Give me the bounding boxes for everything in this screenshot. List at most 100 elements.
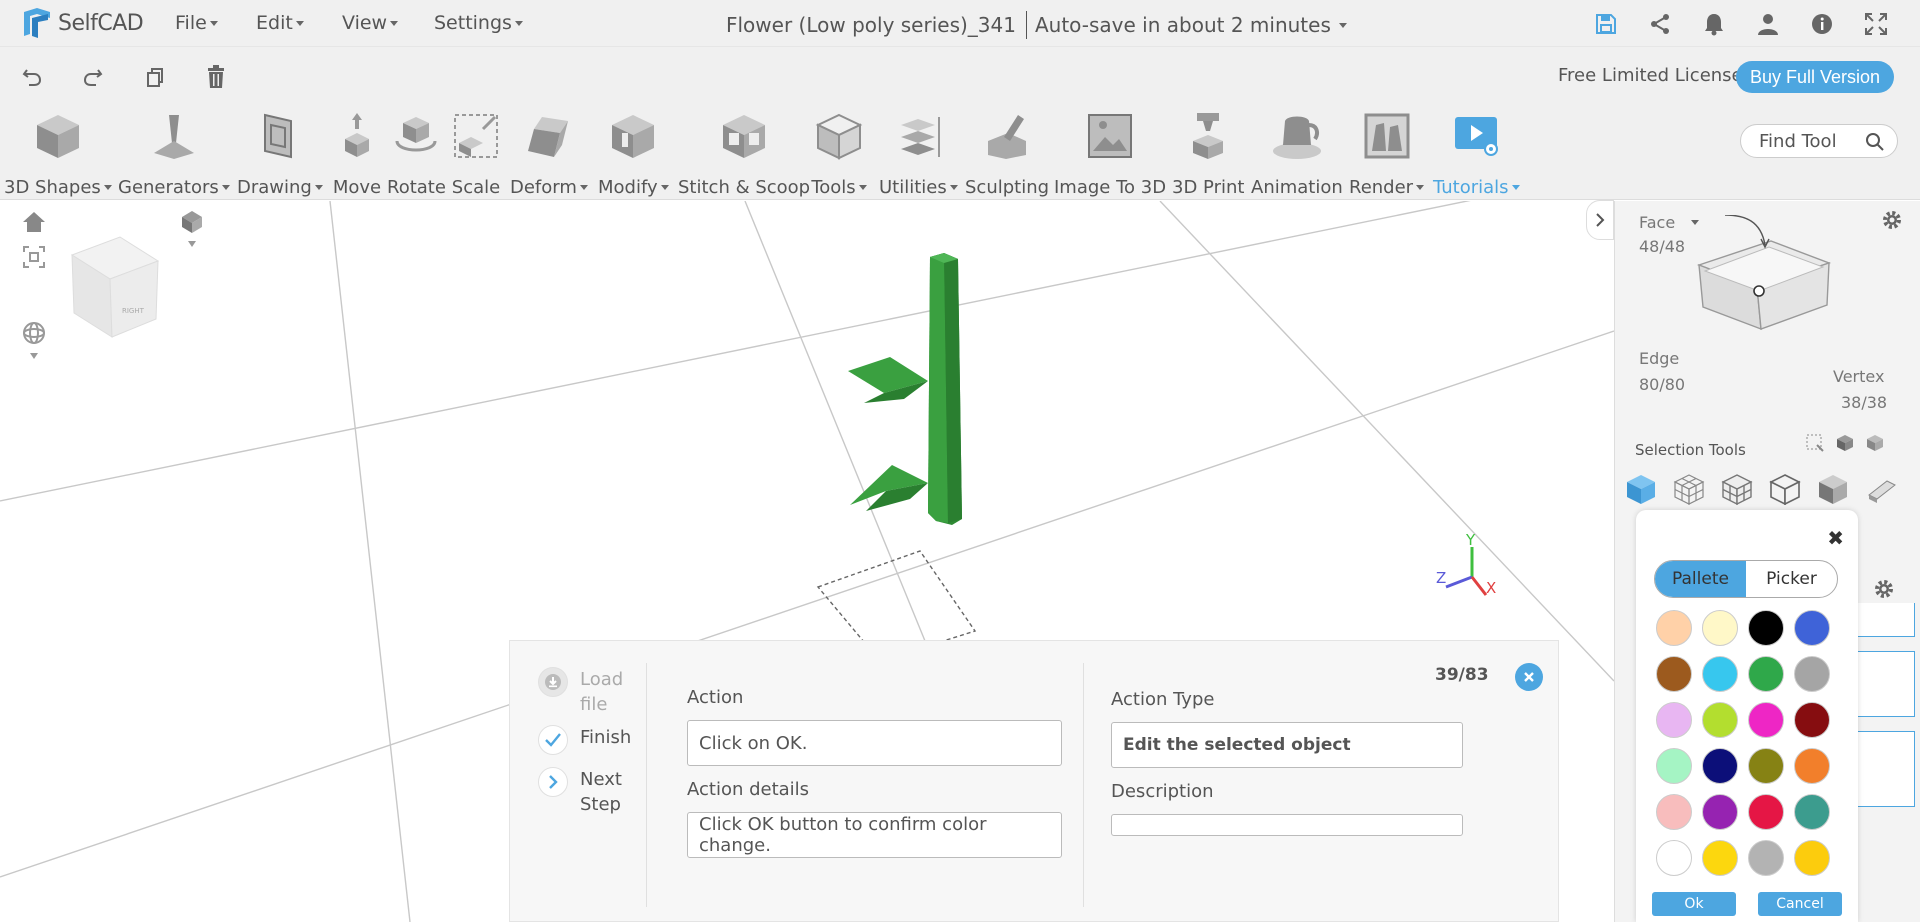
select-grid-icon[interactable]: [1671, 471, 1707, 507]
collapse-panel-button[interactable]: [1586, 200, 1614, 240]
home-icon[interactable]: [22, 211, 46, 237]
flower-stem-model[interactable]: [840, 251, 980, 571]
selfcad-logo[interactable]: SelfCAD: [20, 6, 144, 40]
save-icon[interactable]: [1588, 10, 1624, 38]
undo-icon[interactable]: [18, 63, 46, 91]
deform-icon: [521, 108, 577, 163]
tool-stitch-scoop[interactable]: Stitch & Scoop: [678, 108, 810, 198]
document-title[interactable]: Flower (Low poly series)_341: [726, 13, 1016, 37]
camera-projection-icon[interactable]: [178, 209, 206, 253]
color-swatch[interactable]: [1656, 748, 1692, 784]
color-swatch[interactable]: [1748, 702, 1784, 738]
color-swatch[interactable]: [1656, 840, 1692, 876]
color-swatch[interactable]: [1702, 610, 1738, 646]
close-tutorial-button[interactable]: [1515, 663, 1543, 691]
cancel-button[interactable]: Cancel: [1758, 892, 1842, 916]
user-icon[interactable]: [1750, 10, 1786, 38]
tool-sculpting[interactable]: Sculpting: [965, 108, 1049, 198]
color-swatch[interactable]: [1794, 702, 1830, 738]
tool-3d-shapes[interactable]: 3D Shapes: [4, 108, 112, 198]
select-object-icon[interactable]: [1623, 471, 1659, 507]
gear-icon[interactable]: [1881, 209, 1903, 235]
vertex-label: Vertex: [1833, 367, 1885, 386]
color-swatch[interactable]: [1794, 656, 1830, 692]
menu-file-label: File: [175, 12, 207, 34]
color-swatch[interactable]: [1656, 656, 1692, 692]
color-swatch[interactable]: [1794, 748, 1830, 784]
redo-icon[interactable]: [79, 63, 107, 91]
tool-animation[interactable]: Animation: [1251, 108, 1343, 198]
step-next[interactable]: Next Step: [538, 767, 622, 817]
tool-move[interactable]: Move: [329, 108, 385, 198]
delete-icon[interactable]: [202, 63, 230, 91]
tool-deform[interactable]: Deform: [510, 108, 588, 198]
selection-box-diagram[interactable]: [1675, 215, 1875, 355]
tool-rotate[interactable]: Rotate: [387, 108, 446, 198]
tool-utilities[interactable]: Utilities: [879, 108, 958, 198]
fit-view-icon[interactable]: [22, 245, 46, 273]
tool-render[interactable]: Render: [1349, 108, 1425, 198]
menu-view[interactable]: View: [342, 12, 399, 34]
color-swatch[interactable]: [1656, 794, 1692, 830]
color-swatch[interactable]: [1656, 610, 1692, 646]
fullscreen-icon[interactable]: [1858, 10, 1894, 38]
tab-picker[interactable]: Picker: [1746, 561, 1837, 597]
move-icon: [329, 108, 385, 163]
color-swatch[interactable]: [1702, 794, 1738, 830]
color-swatch[interactable]: [1794, 610, 1830, 646]
selection-filter-icons: [1805, 433, 1885, 453]
copy-icon[interactable]: [141, 63, 169, 91]
color-swatch[interactable]: [1702, 840, 1738, 876]
view-cube[interactable]: RIGHT: [60, 231, 170, 341]
ok-button[interactable]: Ok: [1652, 892, 1736, 916]
color-swatch[interactable]: [1794, 840, 1830, 876]
search-icon[interactable]: [1865, 132, 1885, 156]
step-load-file[interactable]: Load file: [538, 667, 623, 717]
tool-drawing[interactable]: Drawing: [237, 108, 323, 198]
select-edge-icon[interactable]: [1767, 471, 1803, 507]
gear-icon[interactable]: [1873, 578, 1895, 604]
color-swatch[interactable]: [1748, 794, 1784, 830]
tool-tutorials[interactable]: Tutorials: [1433, 108, 1520, 198]
tool-modify[interactable]: Modify: [598, 108, 669, 198]
select-mesh-icon[interactable]: [1719, 471, 1755, 507]
info-icon[interactable]: [1804, 10, 1840, 38]
tool-image-to-3d[interactable]: Image To 3D: [1054, 108, 1166, 198]
color-swatch[interactable]: [1748, 610, 1784, 646]
menu-settings[interactable]: Settings: [434, 12, 523, 34]
selfcad-logo-icon: [24, 8, 50, 38]
rect-select-icon[interactable]: [1805, 433, 1825, 453]
tool-3d-print[interactable]: 3D Print: [1172, 108, 1244, 198]
color-swatch[interactable]: [1702, 702, 1738, 738]
color-swatch[interactable]: [1702, 656, 1738, 692]
select-half-icon[interactable]: [1815, 471, 1851, 507]
find-tool-search[interactable]: [1740, 124, 1898, 158]
bell-icon[interactable]: [1696, 10, 1732, 38]
close-icon[interactable]: ✖: [1827, 526, 1844, 550]
axis-x-label: X: [1486, 579, 1496, 597]
chevron-down-icon[interactable]: [1338, 22, 1347, 28]
step-finish[interactable]: Finish: [538, 725, 631, 755]
tab-pallete[interactable]: Pallete: [1655, 561, 1746, 597]
color-swatch[interactable]: [1748, 840, 1784, 876]
tool-tools[interactable]: Tools: [811, 108, 867, 198]
color-swatch[interactable]: [1702, 748, 1738, 784]
autosave-status[interactable]: Auto-save in about 2 minutes: [1035, 13, 1331, 37]
menu-edit[interactable]: Edit: [256, 12, 304, 34]
color-swatch[interactable]: [1748, 656, 1784, 692]
color-swatch[interactable]: [1794, 794, 1830, 830]
chevron-right-icon: [1596, 213, 1605, 227]
menu-file[interactable]: File: [175, 12, 218, 34]
visible-select-icon[interactable]: [1835, 433, 1855, 453]
orbit-icon[interactable]: [20, 321, 48, 365]
color-swatch[interactable]: [1656, 702, 1692, 738]
select-plane-icon[interactable]: [1863, 471, 1899, 507]
share-icon[interactable]: [1642, 10, 1678, 38]
chevron-down-icon: [209, 20, 218, 26]
tool-scale[interactable]: Scale: [448, 108, 504, 198]
through-select-icon[interactable]: [1865, 433, 1885, 453]
find-tool-input[interactable]: [1759, 131, 1859, 152]
color-swatch[interactable]: [1748, 748, 1784, 784]
buy-full-version-button[interactable]: Buy Full Version: [1736, 61, 1894, 93]
tool-generators[interactable]: Generators: [118, 108, 230, 198]
